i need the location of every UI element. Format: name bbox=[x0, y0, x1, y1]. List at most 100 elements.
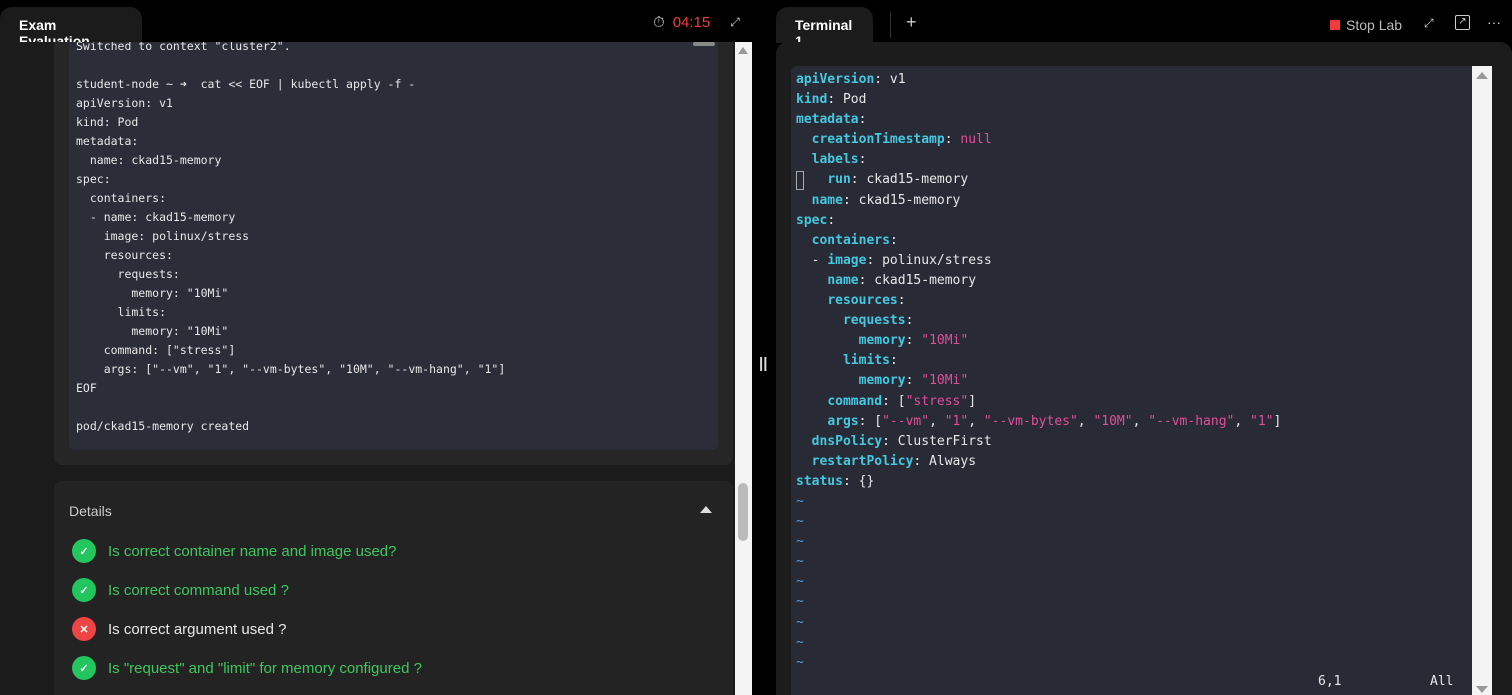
terminal-line: apiVersion: v1 bbox=[796, 70, 1467, 90]
stop-icon bbox=[1330, 20, 1340, 30]
check-label: Is correct argument used ? bbox=[108, 620, 287, 638]
check-circle-icon: ✓ bbox=[72, 539, 96, 563]
terminal-token: , bbox=[1234, 413, 1250, 429]
terminal-line: command: ["stress"] bbox=[796, 392, 1467, 412]
scroll-up-icon[interactable] bbox=[1476, 72, 1488, 79]
solution-card: Switched to context "cluster2". student-n… bbox=[54, 42, 733, 465]
expand-icon[interactable]: ⤢ bbox=[730, 15, 740, 30]
code-line: pod/ckad15-memory created bbox=[76, 419, 250, 433]
terminal-token: metadata bbox=[796, 112, 859, 128]
terminal-line: args: ["--vm", "1", "--vm-bytes", "10M",… bbox=[796, 412, 1467, 432]
terminal-token: status bbox=[796, 473, 843, 489]
terminal-line: memory: "10Mi" bbox=[796, 371, 1467, 391]
terminal-token: : [ bbox=[858, 413, 883, 429]
terminal-line: ~ bbox=[796, 492, 1467, 512]
open-external-icon[interactable]: ↗ bbox=[1455, 15, 1470, 30]
terminal-token: ~ bbox=[796, 493, 804, 509]
terminal-screen[interactable]: apiVersion: v1 kind: Pod metadata: creatio… bbox=[791, 66, 1472, 695]
terminal-line: kind: Pod bbox=[796, 90, 1467, 110]
terminal-line: ~ bbox=[796, 633, 1467, 653]
terminal-token: "--vm" bbox=[882, 413, 930, 429]
check-label: Is "request" and "limit" for memory conf… bbox=[108, 659, 422, 677]
scroll-down-icon[interactable] bbox=[1476, 686, 1488, 693]
terminal-token: : Pod bbox=[827, 92, 867, 108]
expand-icon[interactable]: ⤢ bbox=[1424, 16, 1434, 31]
terminal-token: name bbox=[811, 192, 843, 208]
terminal-token: , bbox=[968, 413, 984, 429]
terminal-line: name: ckad15-memory bbox=[796, 271, 1467, 291]
code-line: image: polinux/stress bbox=[76, 229, 250, 243]
code-line: limits: bbox=[76, 305, 167, 319]
code-line: command: ["stress"] bbox=[76, 343, 236, 357]
terminal-token: ~ bbox=[796, 554, 804, 570]
terminal-token: : ckad15-memory bbox=[858, 272, 977, 288]
code-line: memory: "10Mi" bbox=[76, 286, 229, 300]
evaluation-content: Switched to context "cluster2". student-n… bbox=[0, 42, 735, 695]
cursor bbox=[796, 171, 804, 190]
terminal-token: : {} bbox=[842, 473, 875, 489]
code-line: name: ckad15-memory bbox=[76, 153, 222, 167]
terminal-line: resources: bbox=[796, 291, 1467, 311]
terminal-token: : bbox=[897, 293, 906, 309]
terminal-token: , bbox=[1132, 413, 1149, 429]
terminal-token: "stress" bbox=[905, 393, 969, 409]
terminal-line: ~ bbox=[796, 512, 1467, 532]
terminal-line: requests: bbox=[796, 311, 1467, 331]
code-scroll-thumb[interactable] bbox=[693, 42, 715, 46]
terminal-token: dnsPolicy bbox=[811, 433, 883, 449]
terminal-token: ~ bbox=[796, 634, 804, 650]
terminal-token: resources bbox=[827, 293, 898, 309]
terminal-token: "1" bbox=[944, 413, 969, 429]
terminal-line: metadata: bbox=[796, 110, 1467, 130]
code-line: EOF bbox=[76, 381, 97, 395]
code-line: kind: Pod bbox=[76, 115, 139, 129]
scroll-up-icon[interactable] bbox=[738, 47, 748, 54]
terminal-token: run bbox=[827, 172, 851, 188]
tab-terminal-1[interactable]: Terminal 1 bbox=[776, 7, 873, 49]
stop-lab-button[interactable]: Stop Lab bbox=[1330, 17, 1402, 33]
code-line: metadata: bbox=[76, 134, 139, 148]
collapse-icon[interactable] bbox=[700, 506, 712, 513]
check-item-pass: ✓ Is correct command used ? bbox=[72, 578, 289, 602]
check-circle-icon: ✓ bbox=[72, 656, 96, 680]
code-line: args: ["--vm", "1", "--vm-bytes", "10M",… bbox=[76, 362, 506, 376]
left-scroll-thumb[interactable] bbox=[738, 483, 748, 541]
add-terminal-button[interactable]: + bbox=[906, 12, 917, 33]
terminal-token: memory bbox=[858, 373, 906, 389]
terminal-token: , bbox=[1077, 413, 1094, 429]
terminal-token: - bbox=[796, 252, 828, 268]
tab-exam-evaluation[interactable]: Exam Evaluation bbox=[0, 7, 142, 49]
vim-cursor-position: 6,1 bbox=[1318, 674, 1342, 689]
stop-lab-label: Stop Lab bbox=[1346, 17, 1403, 33]
timer-value: 04:15 bbox=[672, 14, 711, 31]
check-item-pass: ✓ Is correct container name and image use… bbox=[72, 539, 397, 563]
terminal-scrollbar[interactable] bbox=[1472, 66, 1492, 695]
check-label: Is correct command used ? bbox=[108, 581, 289, 599]
left-scrollbar[interactable] bbox=[735, 42, 752, 695]
terminal-token: image bbox=[827, 252, 867, 268]
terminal-line: containers: bbox=[796, 231, 1467, 251]
terminal-token: : bbox=[905, 333, 922, 349]
terminal-token: name bbox=[827, 272, 859, 288]
terminal-token: containers bbox=[811, 232, 890, 248]
terminal-line: name: ckad15-memory bbox=[796, 191, 1467, 211]
terminal-token: ~ bbox=[796, 534, 804, 550]
terminal-line: ~ bbox=[796, 572, 1467, 592]
more-options-button[interactable]: ··· bbox=[1487, 14, 1501, 30]
terminal-token: ~ bbox=[796, 594, 804, 610]
terminal-line: ~ bbox=[796, 532, 1467, 552]
tab-separator bbox=[890, 12, 891, 38]
terminal-token: : Always bbox=[913, 453, 977, 469]
terminal-token: ] bbox=[968, 393, 977, 409]
terminal-token: : v1 bbox=[874, 72, 906, 87]
terminal-token: requests bbox=[842, 313, 906, 329]
panel-divider-handle[interactable]: || bbox=[759, 355, 767, 372]
